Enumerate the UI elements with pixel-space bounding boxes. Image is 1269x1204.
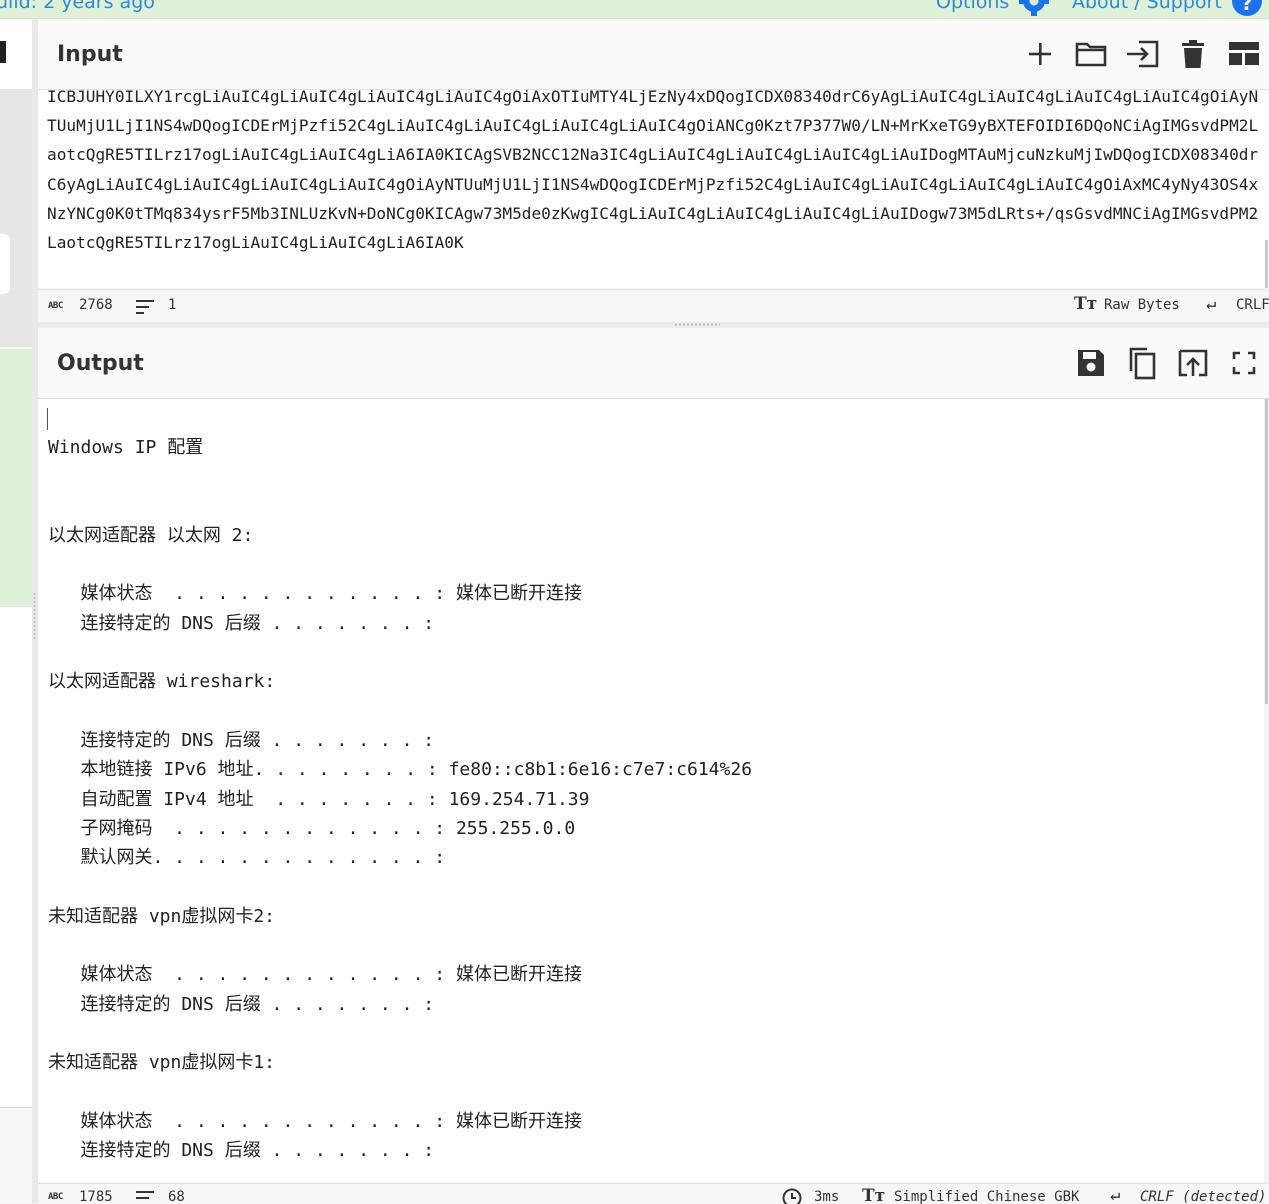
copy-output-button[interactable] [1124,345,1160,381]
input-header: Input [38,19,1269,90]
input-length: 2768 [79,297,113,313]
text-encoding-icon: Tт [1074,294,1097,314]
open-file-button[interactable] [1073,36,1109,72]
lines-icon [136,1190,156,1204]
top-banner: uild: 2 years ago Options About / Suppor… [0,0,1269,19]
operation-card-edge[interactable] [0,234,10,294]
fullscreen-icon [1232,351,1256,375]
input-text-area[interactable]: ICBJUHY0ILXY1rcgLiAuIC4gLiAuIC4gLiAuIC4g… [38,90,1269,288]
operation-panel-edge [0,89,32,347]
add-tab-button[interactable] [1022,36,1058,72]
active-operation-edge[interactable] [0,349,32,607]
text-encoding-icon: Tт [862,1186,885,1204]
trash-icon [1181,39,1205,69]
text-length-icon: ABC [48,301,63,311]
recipe-column-edge [0,19,32,1203]
reset-layout-button[interactable] [1226,36,1262,72]
sign-in-icon [1125,39,1159,69]
input-text[interactable]: ICBJUHY0ILXY1rcgLiAuIC4gLiAuIC4gLiAuIC4g… [47,90,1262,257]
options-link[interactable]: Options [936,0,1009,13]
input-line-count: 1 [168,297,176,313]
replace-input-button[interactable] [1175,345,1211,381]
maximise-output-button[interactable] [1226,345,1262,381]
input-scrollbar[interactable] [1265,240,1268,288]
build-info: uild: 2 years ago [0,0,155,13]
pane-resize-grip[interactable] [674,323,720,326]
output-text[interactable]: Windows IP 配置 以太网适配器 以太网 2: 媒体状态 . . . .… [48,433,752,1165]
return-icon: ↵ [1206,294,1216,314]
output-caret [47,408,48,430]
input-title: Input [57,42,123,67]
column-resize-grip[interactable] [33,592,36,640]
save-output-button[interactable] [1073,345,1109,381]
output-title: Output [57,351,144,376]
output-scrollbar[interactable] [1265,399,1268,704]
output-eol[interactable]: CRLF (detected) [1140,1189,1266,1204]
save-icon [1076,348,1106,378]
output-header: Output [38,328,1269,399]
clock-icon [782,1188,802,1204]
return-icon: ↵ [1110,1185,1120,1204]
input-eol[interactable]: CRLF [1236,297,1269,313]
plus-icon [1027,41,1053,67]
gear-icon[interactable] [1016,0,1052,18]
lines-icon [136,299,156,315]
bake-time: 3ms [814,1189,839,1204]
clear-input-button[interactable] [1175,36,1211,72]
output-text-area[interactable]: Windows IP 配置 以太网适配器 以太网 2: 媒体状态 . . . .… [38,399,1264,1182]
recipe-header-edge [0,19,32,90]
about-support-link[interactable]: About / Support [1072,0,1222,13]
input-encoding[interactable]: Raw Bytes [1104,297,1180,313]
output-line-count: 68 [168,1189,185,1204]
recipe-empty-area [0,607,32,1108]
output-status-bar: ABC 1785 68 3ms Tт Simplified Chinese GB… [38,1183,1269,1204]
output-encoding[interactable]: Simplified Chinese GBK [894,1189,1079,1204]
text-length-icon: ABC [48,1192,63,1202]
copy-icon [1127,346,1157,380]
help-icon[interactable]: ? [1232,0,1262,16]
open-folder-button[interactable] [1124,36,1160,72]
upload-to-input-icon [1178,348,1208,378]
folder-icon [1075,40,1107,68]
recipe-heading-fragment [0,41,6,63]
input-status-bar: ABC 2768 1 Tт Raw Bytes ↵ CRLF [38,289,1269,323]
layout-icon [1228,41,1260,67]
output-length: 1785 [79,1189,113,1204]
